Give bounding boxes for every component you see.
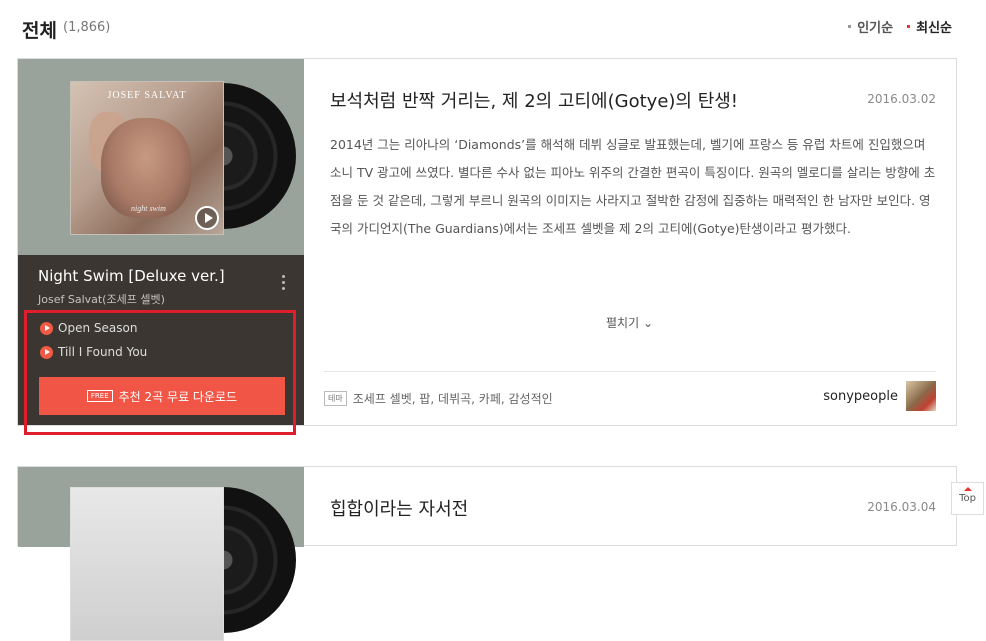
tag-list: 테마 조세프 셀벳, 팝, 데뷔곡, 카페, 감성적인 — [324, 390, 553, 407]
album-cover[interactable] — [70, 487, 224, 641]
cover-subtitle-text: night swim — [131, 204, 166, 213]
avatar[interactable] — [906, 381, 936, 411]
cover-area — [18, 467, 304, 641]
more-options-icon[interactable] — [280, 275, 286, 295]
post-content: 보석처럼 반짝 거리는, 제 2의 고티에(Gotye)의 탄생! 2016.0… — [304, 59, 956, 425]
post-date: 2016.03.02 — [867, 92, 936, 106]
cover-artist-text: JOSEF SALVAT — [107, 90, 187, 101]
cover-area: JOSEF SALVAT night swim — [18, 59, 304, 255]
divider — [324, 371, 936, 372]
album-artist[interactable]: Josef Salvat(조세프 셀벳) — [38, 291, 165, 307]
expand-button[interactable]: 펼치기 ⌄ — [606, 314, 653, 331]
post-date: 2016.03.04 — [867, 500, 936, 514]
post-body: 2014년 그는 리아나의 ‘Diamonds’를 해석해 데뷔 싱글로 발표했… — [330, 137, 936, 236]
theme-badge: 테마 — [324, 391, 347, 406]
tags-text[interactable]: 조세프 셀벳, 팝, 데뷔곡, 카페, 감성적인 — [353, 390, 553, 407]
top-label: Top — [959, 493, 976, 504]
album-cover[interactable]: JOSEF SALVAT night swim — [70, 81, 224, 235]
post-title[interactable]: 힙합이라는 자서전 — [330, 495, 468, 521]
highlight-box — [24, 310, 296, 435]
album-title[interactable]: Night Swim [Deluxe ver.] — [38, 267, 225, 285]
post-card: 힙합이라는 자서전 2016.03.04 — [17, 466, 957, 641]
page-title: 전체 — [22, 20, 57, 42]
scroll-top-button[interactable]: Top — [951, 482, 984, 515]
chevron-down-icon: ⌄ — [642, 316, 654, 330]
face — [101, 118, 191, 218]
total-count: (1,866) — [63, 20, 111, 35]
play-icon[interactable] — [195, 206, 219, 230]
sort-popular[interactable]: 인기순 — [848, 17, 893, 36]
post-content: 힙합이라는 자서전 2016.03.04 — [304, 467, 956, 545]
list-header: 전체 (1,866) 인기순 최신순 — [22, 14, 952, 44]
sort-latest[interactable]: 최신순 — [907, 17, 952, 36]
author-name[interactable]: sonypeople — [823, 389, 898, 404]
album-panel — [18, 467, 304, 641]
post-title[interactable]: 보석처럼 반짝 거리는, 제 2의 고티에(Gotye)의 탄생! — [330, 87, 738, 113]
expand-label: 펼치기 — [606, 316, 640, 330]
arrow-up-icon — [963, 487, 972, 491]
bullet-icon — [848, 25, 852, 28]
bullet-icon — [907, 25, 911, 28]
sort-options: 인기순 최신순 — [848, 17, 952, 36]
